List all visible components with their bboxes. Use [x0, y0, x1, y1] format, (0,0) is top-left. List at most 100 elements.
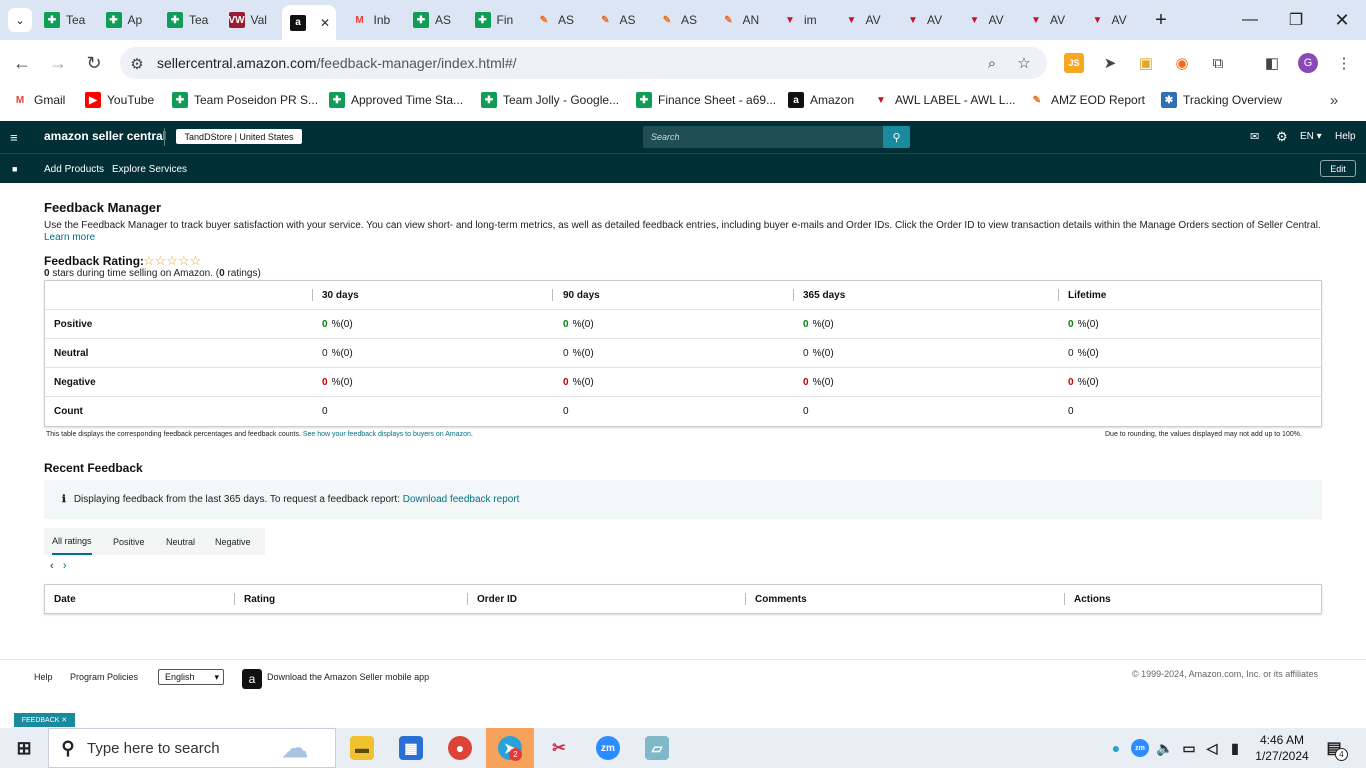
profile-avatar[interactable]: G	[1298, 53, 1318, 73]
col-actions[interactable]: Actions	[1074, 585, 1111, 613]
mail-icon[interactable]: ✉	[1250, 130, 1259, 143]
bookmark-item[interactable]: M Gmail	[12, 92, 66, 108]
extension-cursor-icon[interactable]: ➤	[1100, 53, 1120, 73]
tray-zoom-icon[interactable]: zm	[1131, 739, 1149, 757]
bookmark-star-icon[interactable]: ☆	[1014, 53, 1034, 73]
extensions-puzzle-icon[interactable]: ⧉	[1208, 53, 1228, 73]
feedback-tab[interactable]: FEEDBACK ✕	[14, 713, 75, 727]
zoom-icon[interactable]: ⌕	[982, 53, 1002, 73]
next-page-icon[interactable]: ›	[63, 560, 67, 572]
restore-button[interactable]: ❐	[1276, 6, 1316, 34]
chrome-icon[interactable]: ●	[448, 736, 472, 760]
bookmark-item[interactable]: ▶ YouTube	[85, 92, 154, 108]
bookmark-item[interactable]: ✱ Tracking Overview	[1161, 92, 1282, 108]
hamburger-menu-icon[interactable]: ≡	[10, 130, 18, 145]
footer-policies-link[interactable]: Program Policies	[70, 672, 138, 682]
browser-tab[interactable]: a ✕	[282, 5, 336, 40]
browser-tab[interactable]: VW Val	[228, 7, 279, 33]
volume-icon[interactable]: ◁	[1203, 736, 1221, 760]
side-panel-icon[interactable]: ◧	[1262, 53, 1282, 73]
store-icon[interactable]: ▦	[399, 736, 423, 760]
browser-tab[interactable]: ▼ AV	[905, 7, 955, 33]
amazon-app-icon[interactable]: a	[242, 669, 262, 689]
browser-tab[interactable]: ✚ Tea	[167, 7, 217, 33]
new-tab-button[interactable]: +	[1141, 6, 1181, 34]
browser-tab[interactable]: ✚ Fin	[474, 7, 525, 33]
bookmark-item[interactable]: ✚ Approved Time Sta...	[329, 92, 463, 108]
browser-tab[interactable]: ✎ AS	[659, 7, 709, 33]
bookmark-item[interactable]: ✚ Team Jolly - Google...	[481, 92, 619, 108]
tab-search-button[interactable]: ⌄	[8, 8, 32, 32]
site-info-icon[interactable]: ⚙	[127, 54, 147, 74]
notes-app-icon[interactable]: ▱	[645, 736, 669, 760]
col-rating[interactable]: Rating	[244, 585, 275, 613]
prev-page-icon[interactable]: ‹	[50, 560, 54, 572]
extension-circle-icon[interactable]: ◉	[1172, 53, 1192, 73]
col-comments[interactable]: Comments	[755, 585, 807, 613]
seller-central-logo[interactable]: amazon seller central	[44, 129, 166, 143]
cell-suffix: %(0)	[812, 377, 834, 388]
extension-js-icon[interactable]: JS	[1064, 53, 1084, 73]
tab-neutral[interactable]: Neutral	[166, 528, 195, 555]
download-report-link[interactable]: Download feedback report	[403, 494, 520, 505]
url-text[interactable]: sellercentral.amazon.com/feedback-manage…	[157, 55, 517, 71]
browser-tab[interactable]: ▼ im	[782, 7, 832, 33]
tab-positive[interactable]: Positive	[113, 528, 145, 555]
zoom-app-icon[interactable]: zm	[596, 736, 620, 760]
help-link[interactable]: Help	[1335, 131, 1356, 142]
browser-tab[interactable]: ✎ AN	[721, 7, 771, 33]
browser-tab[interactable]: ✚ Ap	[105, 7, 156, 33]
browser-tab[interactable]: ▼ AV	[1090, 7, 1140, 33]
nav-explore-services[interactable]: Explore Services	[112, 164, 187, 175]
network-icon[interactable]: ▭	[1180, 736, 1198, 760]
browser-tab[interactable]: ✎ AS	[598, 7, 648, 33]
browser-tab[interactable]: ✎ AS	[536, 7, 586, 33]
close-window-button[interactable]: ✕	[1322, 6, 1362, 34]
tab-all-ratings[interactable]: All ratings	[52, 528, 92, 555]
search-icon[interactable]: ⚲	[883, 126, 910, 148]
seller-search-input[interactable]: Search	[643, 126, 883, 148]
footer-help-link[interactable]: Help	[34, 672, 53, 682]
minimize-button[interactable]: —	[1230, 6, 1270, 34]
speaker-icon[interactable]: 🔈	[1156, 736, 1174, 760]
bookmarks-overflow-icon[interactable]: »	[1324, 90, 1344, 110]
language-selector[interactable]: EN ▾	[1300, 131, 1322, 142]
mobile-app-link[interactable]: Download the Amazon Seller mobile app	[267, 672, 429, 682]
browser-tab[interactable]: ▼ AV	[967, 7, 1017, 33]
tab-negative[interactable]: Negative	[215, 528, 251, 555]
col-order-id[interactable]: Order ID	[477, 585, 517, 613]
store-selector[interactable]: TandDStore | United States	[176, 129, 302, 144]
bookmark-item[interactable]: a Amazon	[788, 92, 854, 108]
tray-app-icon[interactable]: ●	[1108, 736, 1124, 760]
microphone-icon[interactable]: ▮	[1226, 736, 1244, 760]
buyer-view-link[interactable]: See how your feedback displays to buyers…	[303, 431, 473, 438]
col-date[interactable]: Date	[54, 585, 76, 613]
bookmark-item[interactable]: ✚ Finance Sheet - a69...	[636, 92, 776, 108]
browser-tab[interactable]: M Inb	[352, 7, 402, 33]
taskbar-search-text: Type here to search	[87, 739, 220, 757]
bookmark-item[interactable]: ✎ AMZ EOD Report	[1029, 92, 1145, 108]
edit-nav-button[interactable]: Edit	[1320, 160, 1356, 177]
browser-tab[interactable]: ▼ AV	[1028, 7, 1078, 33]
reload-button[interactable]: ↻	[83, 52, 105, 74]
browser-tab[interactable]: ▼ AV	[844, 7, 894, 33]
close-tab-icon[interactable]: ✕	[320, 16, 330, 30]
back-button[interactable]: ←	[11, 52, 33, 74]
browser-tab[interactable]: ✚ AS	[413, 7, 463, 33]
extension-honey-icon[interactable]: ▣	[1136, 53, 1156, 73]
file-explorer-icon[interactable]: ▬	[350, 736, 374, 760]
weather-cloud-icon[interactable]: ☁	[270, 733, 320, 763]
forward-button[interactable]: →	[47, 52, 69, 74]
browser-menu-icon[interactable]: ⋮	[1334, 53, 1354, 73]
settings-gear-icon[interactable]: ⚙	[1276, 129, 1288, 145]
learn-more-link[interactable]: Learn more	[44, 232, 95, 243]
taskbar-clock[interactable]: 4:46 AM 1/27/2024	[1255, 732, 1309, 764]
snipping-tool-icon[interactable]: ✂	[547, 736, 571, 760]
browser-tab[interactable]: ✚ Tea	[44, 7, 94, 33]
nav-add-products[interactable]: Add Products	[44, 164, 104, 175]
windows-start-icon[interactable]: ⊞	[12, 736, 36, 760]
footer-language-select[interactable]: English ▾	[158, 669, 224, 685]
bookmark-item[interactable]: ▼ AWL LABEL - AWL L...	[873, 92, 1015, 108]
bookmark-icon[interactable]: ■	[12, 164, 17, 174]
bookmark-item[interactable]: ✚ Team Poseidon PR S...	[172, 92, 318, 108]
